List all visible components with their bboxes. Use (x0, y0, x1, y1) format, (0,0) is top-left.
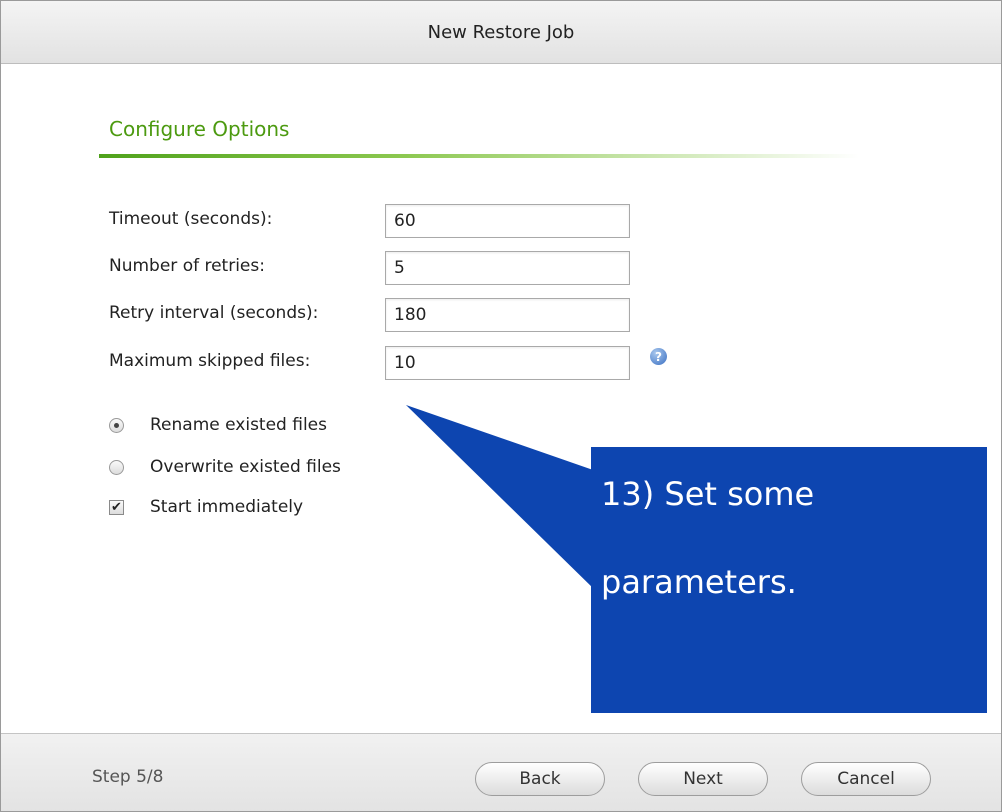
next-button[interactable]: Next (638, 762, 768, 796)
dialog-footer: Step 5/8 Back Next Cancel (1, 733, 1001, 811)
callout-line-2: parameters. (601, 563, 797, 601)
restore-job-dialog: New Restore Job Configure Options Timeou… (0, 0, 1002, 812)
cancel-button[interactable]: Cancel (801, 762, 931, 796)
step-indicator: Step 5/8 (92, 767, 164, 787)
back-button[interactable]: Back (475, 762, 605, 796)
callout-line-1: 13) Set some (601, 475, 815, 513)
annotation-callout: 13) Set some parameters. (591, 447, 987, 713)
